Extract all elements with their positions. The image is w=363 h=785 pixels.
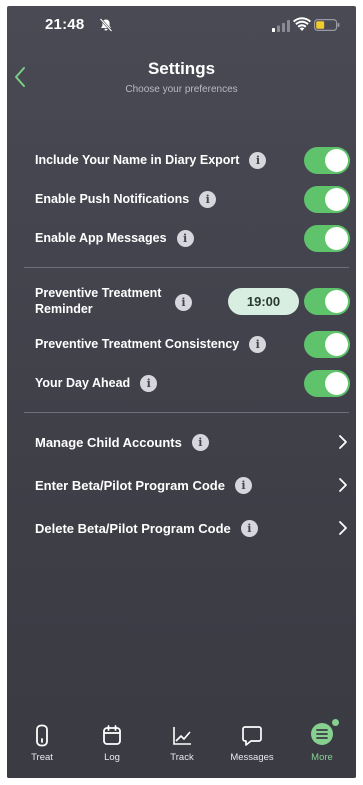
setting-row-day-ahead: Your Day Ahead i [7,367,356,399]
setting-row-name-in-export: Include Your Name in Diary Export i [7,144,356,176]
setting-label: Preventive Treatment Consistency [35,336,240,351]
app-messages-toggle[interactable] [304,225,350,252]
info-icon[interactable]: i [240,519,258,537]
link-row-delete-beta-code[interactable]: Delete Beta/Pilot Program Code i [7,512,356,544]
tab-log[interactable]: Log [77,715,147,778]
setting-label: Enable Push Notifications [35,191,190,206]
page-subtitle: Choose your preferences [125,84,238,95]
message-bubble-icon [242,726,262,746]
setting-row-app-messages: Enable App Messages i [7,222,356,254]
info-icon[interactable]: i [234,476,252,494]
link-label: Manage Child Accounts [35,434,182,450]
chart-icon [173,727,191,745]
info-icon[interactable]: i [175,294,192,311]
tab-label: More [311,752,333,763]
section-divider [24,267,349,268]
status-bar: 21:48 [7,6,356,40]
info-icon[interactable]: i [249,151,267,169]
push-notifications-toggle[interactable] [304,186,350,213]
info-icon[interactable]: i [199,190,217,208]
toggle-knob [325,290,348,313]
chevron-right-icon [339,521,347,535]
setting-row-push-notifications: Enable Push Notifications i [7,183,356,215]
toggle-knob [325,372,348,395]
settings-screen: 21:48 Settings Choose your preferences I… [7,6,356,778]
link-label: Delete Beta/Pilot Program Code [35,520,231,536]
tab-label: Track [170,752,194,763]
setting-row-treatment-consistency: Preventive Treatment Consistency i [7,328,356,360]
tab-label: Treat [31,752,53,763]
setting-label: Enable App Messages [35,230,167,245]
toggle-knob [325,188,348,211]
phone-device-icon [36,724,48,747]
link-row-enter-beta-code[interactable]: Enter Beta/Pilot Program Code i [7,469,356,501]
info-icon[interactable]: i [176,229,194,247]
tab-messages[interactable]: Messages [217,715,287,778]
wifi-icon [293,17,311,31]
calendar-icon [103,725,121,745]
day-ahead-toggle[interactable] [304,370,350,397]
menu-icon [316,729,328,739]
tab-bar: Treat Log Track Messages More [7,715,356,778]
toggle-knob [325,333,348,356]
info-icon[interactable]: i [249,335,267,353]
section-divider [24,412,349,413]
info-icon[interactable]: i [191,433,209,451]
link-row-child-accounts[interactable]: Manage Child Accounts i [7,426,356,458]
tab-track[interactable]: Track [147,715,217,778]
chevron-right-icon [339,478,347,492]
toggle-knob [325,227,348,250]
info-icon[interactable]: i [140,374,158,392]
notification-dot [332,719,339,726]
toggle-knob [325,149,348,172]
battery-icon [314,19,340,31]
tab-label: Messages [230,752,274,763]
chevron-right-icon [339,435,347,449]
setting-row-treatment-reminder: Preventive Treatment Reminder i 19:00 [7,285,356,319]
setting-label: Preventive Treatment Reminder [35,286,162,316]
name-in-export-toggle[interactable] [304,147,350,174]
tab-label: Log [104,752,120,763]
bell-muted-icon [99,18,113,32]
reminder-time-button[interactable]: 19:00 [228,288,299,315]
page-title: Settings [147,59,216,78]
tab-treat[interactable]: Treat [7,715,77,778]
tab-more[interactable]: More [287,715,356,778]
signal-icon [272,20,290,32]
status-time: 21:48 [45,16,85,33]
setting-label: Your Day Ahead [35,375,131,390]
setting-label: Include Your Name in Diary Export [35,152,240,167]
link-label: Enter Beta/Pilot Program Code [35,477,225,493]
treatment-reminder-toggle[interactable] [304,288,350,315]
treatment-consistency-toggle[interactable] [304,331,350,358]
